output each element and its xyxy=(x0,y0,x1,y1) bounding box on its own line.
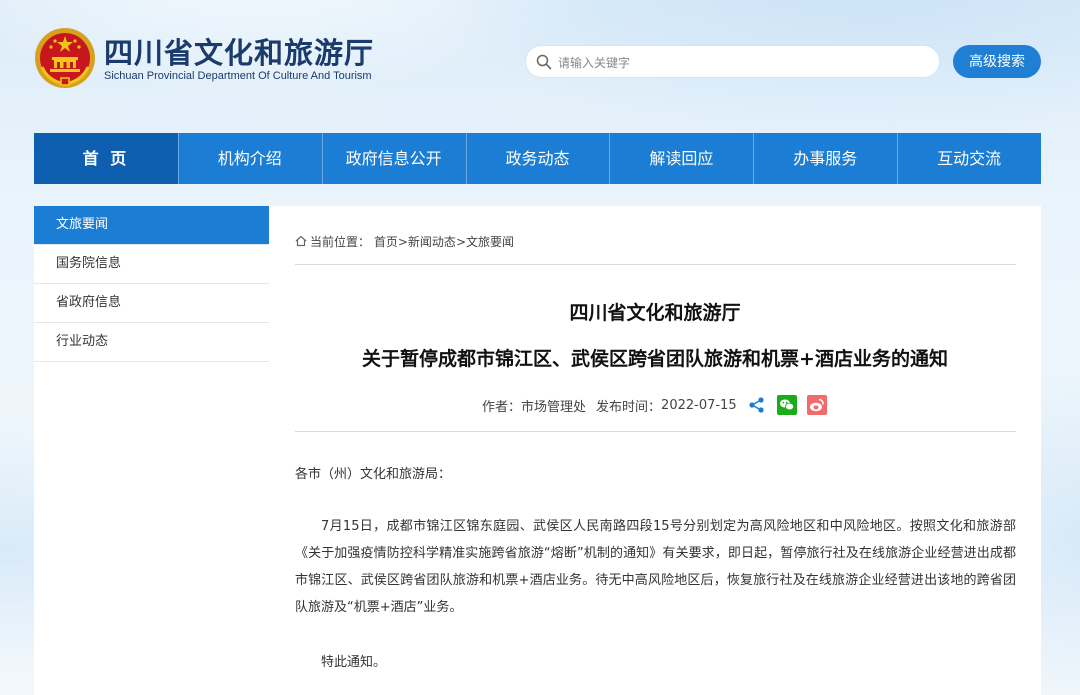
article-paragraph: 7月15日，成都市锦江区锦东庭园、武侯区人民南路四段15号分别划定为高风险地区和… xyxy=(295,519,1016,615)
nav-item-about[interactable]: 机构介绍 xyxy=(177,133,322,184)
author-label: 作者： xyxy=(482,399,522,415)
sidebar-item-industry-news[interactable]: 行业动态 xyxy=(34,323,269,362)
breadcrumb-prefix: 当前位置： xyxy=(310,235,371,249)
article-title-issuer: 四川省文化和旅游厅 xyxy=(569,302,741,324)
site-title: 四川省文化和旅游厅 xyxy=(104,36,375,70)
main-nav: 首 页 机构介绍 政府信息公开 政务动态 解读回应 办事服务 互动交流 xyxy=(34,133,1041,184)
divider xyxy=(295,431,1016,432)
weibo-icon[interactable] xyxy=(806,395,827,415)
breadcrumb: 当前位置： 首页>新闻动态>文旅要闻 xyxy=(295,233,514,250)
date-label: 发布时间： xyxy=(596,399,662,415)
site-header: 四川省文化和旅游厅 Sichuan Provincial Department … xyxy=(0,0,1080,133)
breadcrumb-separator: > xyxy=(397,235,408,249)
home-icon xyxy=(295,235,307,247)
advanced-search-button[interactable]: 高级搜索 xyxy=(953,45,1041,78)
breadcrumb-home-link[interactable]: 首页 xyxy=(374,235,398,249)
nav-item-home[interactable]: 首 页 xyxy=(34,133,178,184)
share-icon[interactable] xyxy=(747,395,767,415)
sidebar-item-provincial-gov-info[interactable]: 省政府信息 xyxy=(34,284,269,323)
search-icon[interactable] xyxy=(536,54,552,70)
breadcrumb-current-link[interactable]: 文旅要闻 xyxy=(466,235,514,249)
sidebar-item-culture-tourism-news[interactable]: 文旅要闻 xyxy=(34,206,269,245)
site-subtitle: Sichuan Provincial Department Of Culture… xyxy=(104,70,372,82)
wechat-icon[interactable] xyxy=(776,395,797,415)
article-panel: 当前位置： 首页>新闻动态>文旅要闻 四川省文化和旅游厅 关于暂停成都市锦江区、… xyxy=(269,206,1041,695)
sidebar: 文旅要闻 国务院信息 省政府信息 行业动态 xyxy=(34,206,269,695)
article-title: 关于暂停成都市锦江区、武侯区跨省团队旅游和机票+酒店业务的通知 xyxy=(362,348,948,370)
date-value: 2022-07-15 xyxy=(661,397,737,413)
national-emblem-icon xyxy=(34,27,96,89)
article-closing: 特此通知。 xyxy=(321,655,387,670)
nav-item-interpretation[interactable]: 解读回应 xyxy=(609,133,753,184)
author-value: 市场管理处 xyxy=(521,399,587,415)
search-input[interactable] xyxy=(556,52,930,74)
nav-item-gov-info[interactable]: 政府信息公开 xyxy=(321,133,466,184)
divider xyxy=(295,264,1016,265)
nav-item-services[interactable]: 办事服务 xyxy=(753,133,897,184)
article-greeting: 各市（州）文化和旅游局： xyxy=(295,467,452,482)
sidebar-item-state-council-info[interactable]: 国务院信息 xyxy=(34,245,269,284)
nav-item-news[interactable]: 政务动态 xyxy=(465,133,610,184)
breadcrumb-news-link[interactable]: 新闻动态 xyxy=(408,235,456,249)
nav-item-interaction[interactable]: 互动交流 xyxy=(897,133,1041,184)
article-meta: 作者： 市场管理处 发布时间： 2022-07-15 xyxy=(482,395,837,415)
breadcrumb-separator: > xyxy=(455,235,466,249)
search-box xyxy=(525,45,940,78)
share-icons xyxy=(747,395,837,415)
